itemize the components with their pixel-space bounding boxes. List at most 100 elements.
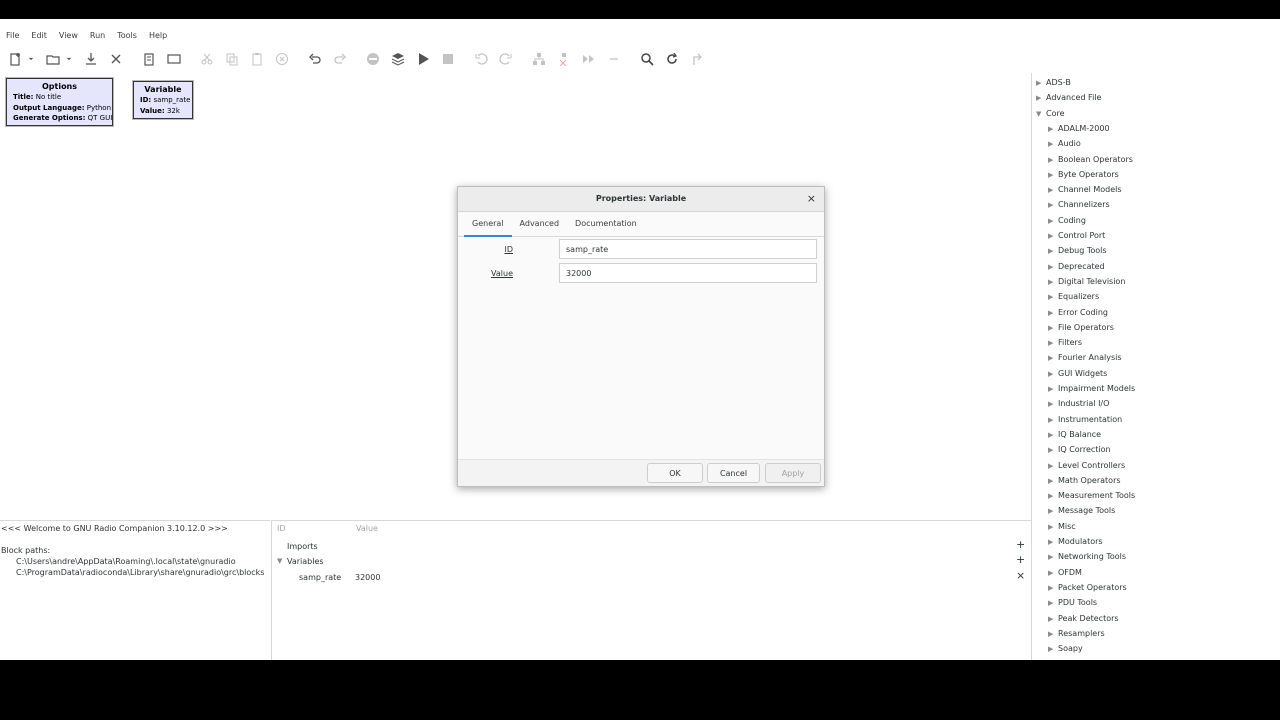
new-icon[interactable] [5, 49, 25, 69]
library-subcategory[interactable]: ▶ GUI Widgets [1048, 366, 1107, 381]
library-subcategory[interactable]: ▶ Channel Models [1048, 182, 1122, 197]
open-dropdown-icon[interactable] [65, 49, 73, 69]
menu-view[interactable]: View [53, 29, 84, 43]
expander-right-icon[interactable]: ▶ [1048, 367, 1058, 382]
expander-down-icon[interactable]: ▼ [277, 557, 282, 565]
expander-right-icon[interactable]: ▶ [1048, 581, 1058, 596]
library-subcategory[interactable]: ▶ Level Controllers [1048, 458, 1125, 473]
library-subcategory[interactable]: ▶ Control Port [1048, 228, 1105, 243]
menu-file[interactable]: File [0, 29, 25, 43]
expander-right-icon[interactable]: ▶ [1048, 459, 1058, 474]
copy-icon[interactable] [222, 49, 242, 69]
library-subcategory[interactable]: ▶ Filters [1048, 335, 1082, 350]
expander-right-icon[interactable]: ▶ [1048, 321, 1058, 336]
expander-right-icon[interactable]: ▶ [1048, 229, 1058, 244]
library-subcategory[interactable]: ▶ Resamplers [1048, 626, 1105, 641]
tab-documentation[interactable]: Documentation [567, 212, 645, 236]
expander-right-icon[interactable]: ▶ [1048, 122, 1058, 137]
library-subcategory[interactable]: ▶ Packet Operators [1048, 580, 1127, 595]
execute-icon[interactable] [413, 49, 433, 69]
expander-right-icon[interactable]: ▶ [1048, 443, 1058, 458]
library-subcategory[interactable]: ▶ Byte Operators [1048, 167, 1119, 182]
expander-right-icon[interactable]: ▶ [1048, 351, 1058, 366]
param-value-input[interactable]: 32000 [559, 263, 817, 283]
create-hier-icon[interactable] [529, 49, 549, 69]
expander-right-icon[interactable]: ▶ [1048, 137, 1058, 152]
expander-right-icon[interactable]: ▶ [1048, 244, 1058, 259]
reload-icon[interactable] [662, 49, 682, 69]
cancel-button[interactable]: Cancel [707, 463, 760, 483]
expander-right-icon[interactable]: ▶ [1048, 336, 1058, 351]
library-subcategory[interactable]: ▶ Impairment Models [1048, 381, 1135, 396]
library-subcategory[interactable]: ▶ Debug Tools [1048, 243, 1107, 258]
expander-right-icon[interactable]: ▶ [1036, 91, 1046, 106]
expander-right-icon[interactable]: ▶ [1048, 474, 1058, 489]
expander-right-icon[interactable]: ▶ [1048, 428, 1058, 443]
library-subcategory[interactable]: ▶ Soapy [1048, 641, 1083, 656]
expander-right-icon[interactable]: ▶ [1048, 489, 1058, 504]
open-icon[interactable] [43, 49, 63, 69]
expander-right-icon[interactable]: ▶ [1048, 260, 1058, 275]
library-subcategory[interactable]: ▶ Instrumentation [1048, 412, 1122, 427]
library-subcategory[interactable]: ▶ Channelizers [1048, 197, 1110, 212]
menu-edit[interactable]: Edit [25, 29, 53, 43]
expander-right-icon[interactable]: ▶ [1048, 520, 1058, 535]
variable-block[interactable]: Variable ID: samp_rate Value: 32k [133, 81, 193, 119]
vars-imports[interactable]: Imports [287, 542, 318, 551]
delete-icon[interactable] [272, 49, 292, 69]
disable-icon[interactable] [363, 49, 383, 69]
find-icon[interactable] [637, 49, 657, 69]
vars-row-value[interactable]: 32000 [355, 573, 380, 582]
library-subcategory[interactable]: ▶ Math Operators [1048, 473, 1121, 488]
apply-button[interactable]: Apply [765, 463, 821, 483]
library-subcategory[interactable]: ▶ Networking Tools [1048, 549, 1126, 564]
library-subcategory[interactable]: ▶ IQ Balance [1048, 427, 1101, 442]
expander-right-icon[interactable]: ▶ [1048, 306, 1058, 321]
new-dropdown-icon[interactable] [27, 49, 35, 69]
add-import-icon[interactable]: + [1016, 538, 1025, 551]
library-subcategory[interactable]: ▶ IQ Correction [1048, 442, 1111, 457]
expander-right-icon[interactable]: ▶ [1048, 550, 1058, 565]
expander-right-icon[interactable]: ▶ [1048, 413, 1058, 428]
rotate-cw-icon[interactable] [496, 49, 516, 69]
expander-right-icon[interactable]: ▶ [1048, 596, 1058, 611]
save-icon[interactable] [81, 49, 101, 69]
expander-right-icon[interactable]: ▶ [1048, 183, 1058, 198]
close-icon[interactable] [106, 49, 126, 69]
remove-hier-icon[interactable] [554, 49, 574, 69]
paste-icon[interactable] [247, 49, 267, 69]
tab-general[interactable]: General [464, 212, 512, 237]
jump-icon[interactable] [687, 49, 707, 69]
close-icon[interactable]: × [807, 192, 816, 205]
library-subcategory[interactable]: ▶ Message Tools [1048, 503, 1115, 518]
undo-icon[interactable] [305, 49, 325, 69]
tab-advanced[interactable]: Advanced [512, 212, 568, 236]
redo-icon[interactable] [330, 49, 350, 69]
library-subcategory[interactable]: ▶ Boolean Operators [1048, 152, 1133, 167]
expander-right-icon[interactable]: ▶ [1036, 76, 1046, 91]
expander-right-icon[interactable]: ▶ [1048, 612, 1058, 627]
vars-variables[interactable]: Variables [287, 557, 324, 566]
param-id-input[interactable]: samp_rate [559, 239, 817, 259]
library-subcategory[interactable]: ▶ Error Coding [1048, 305, 1108, 320]
remove-variable-icon[interactable]: × [1016, 569, 1025, 582]
library-category[interactable]: ▶ ADS-B [1036, 75, 1071, 90]
library-subcategory[interactable]: ▶ Deprecated [1048, 259, 1105, 274]
expander-right-icon[interactable]: ▶ [1048, 168, 1058, 183]
library-subcategory[interactable]: ▶ Industrial I/O [1048, 396, 1109, 411]
menu-help[interactable]: Help [143, 29, 173, 43]
expander-right-icon[interactable]: ▶ [1048, 397, 1058, 412]
library-subcategory[interactable]: ▶ OFDM [1048, 565, 1082, 580]
library-category[interactable]: ▶ Advanced File [1036, 90, 1101, 105]
expander-right-icon[interactable]: ▶ [1048, 504, 1058, 519]
expander-right-icon[interactable]: ▶ [1048, 642, 1058, 657]
library-subcategory[interactable]: ▶ Misc [1048, 519, 1076, 534]
options-block[interactable]: Options Title: No title Output Language:… [6, 78, 113, 126]
library-subcategory[interactable]: ▶ Digital Television [1048, 274, 1125, 289]
library-subcategory[interactable]: ▶ PDU Tools [1048, 595, 1097, 610]
library-subcategory[interactable]: ▶ Audio [1048, 136, 1081, 151]
expander-right-icon[interactable]: ▶ [1048, 214, 1058, 229]
expander-right-icon[interactable]: ▶ [1048, 535, 1058, 550]
screenshot-icon[interactable] [164, 49, 184, 69]
add-variable-icon[interactable]: + [1016, 553, 1025, 566]
